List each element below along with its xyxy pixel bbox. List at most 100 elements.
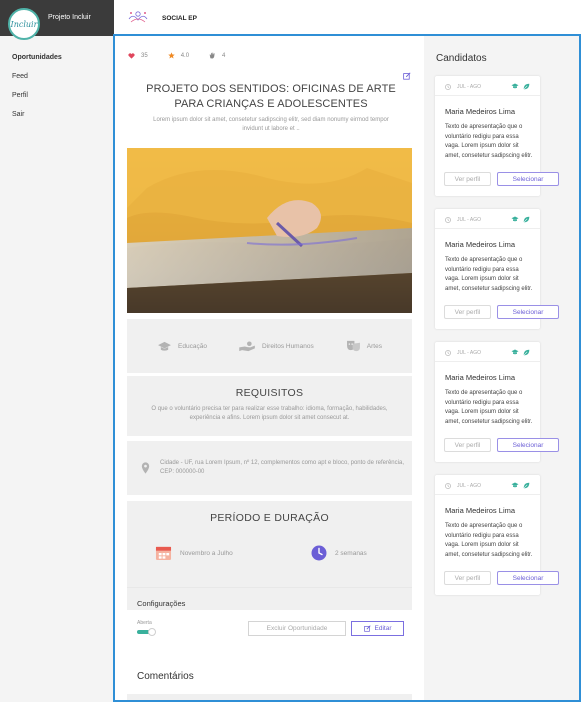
select-candidate-button[interactable]: Selecionar bbox=[497, 305, 559, 319]
edit-title-icon[interactable] bbox=[403, 72, 411, 80]
leaf-icon bbox=[523, 83, 530, 90]
config-divider bbox=[127, 587, 412, 588]
period-card: PERÍODO E DURAÇÃO Novembro a Julho 2 sem… bbox=[127, 501, 412, 610]
category-direitos-humanos[interactable]: Direitos Humanos bbox=[239, 340, 314, 352]
likes-stat[interactable]: 35 bbox=[128, 53, 148, 59]
period-duration: 2 semanas bbox=[311, 545, 367, 561]
comments-title: Comentários bbox=[137, 671, 194, 682]
graduation-cap-icon bbox=[511, 83, 519, 89]
sidebar-item-feed[interactable]: Feed bbox=[12, 72, 62, 91]
rating-stat[interactable]: 4.0 bbox=[167, 52, 190, 59]
helping-hand-icon bbox=[239, 340, 255, 351]
theater-masks-icon bbox=[346, 340, 360, 352]
candidate-tags bbox=[507, 482, 530, 489]
candidate-date-text: JUL - AGO bbox=[457, 350, 481, 356]
period-duration-text: 2 semanas bbox=[335, 549, 367, 557]
candidate-tags bbox=[507, 349, 530, 356]
content-frame: 35 4.0 4 PROJETO DOS SENTIDOS: OFICINAS … bbox=[113, 34, 581, 702]
view-profile-button[interactable]: Ver perfil bbox=[444, 172, 491, 186]
logo-text: Incluir bbox=[10, 19, 38, 29]
brand-title: Projeto Incluir bbox=[48, 14, 91, 21]
candidates-title: Candidatos bbox=[436, 53, 487, 64]
candidate-divider bbox=[435, 361, 540, 362]
star-icon bbox=[167, 52, 175, 59]
edit-icon bbox=[363, 625, 371, 632]
category-label: Educação bbox=[178, 342, 207, 350]
clock-icon bbox=[311, 545, 327, 561]
view-profile-button[interactable]: Ver perfil bbox=[444, 571, 491, 585]
open-toggle[interactable] bbox=[137, 628, 156, 636]
view-profile-button[interactable]: Ver perfil bbox=[444, 438, 491, 452]
view-profile-button[interactable]: Ver perfil bbox=[444, 305, 491, 319]
delete-opportunity-button[interactable]: Excluir Oportunidade bbox=[248, 621, 346, 636]
candidate-card: JUL - AGO Maria Medeiros Lima Texto de a… bbox=[435, 209, 559, 329]
clock-outline-icon bbox=[445, 84, 451, 90]
select-candidate-button[interactable]: Selecionar bbox=[497, 438, 559, 452]
address-card: Cidade - UF, rua Lorem Ipsum, nº 12, com… bbox=[127, 441, 412, 495]
calendar-icon bbox=[155, 546, 172, 561]
clock-outline-icon bbox=[445, 483, 451, 489]
stats-bar: 35 4.0 4 bbox=[128, 52, 245, 59]
candidate-card: JUL - AGO Maria Medeiros Lima Texto de a… bbox=[435, 76, 559, 196]
applause-count: 4 bbox=[222, 52, 226, 59]
candidate-date-text: JUL - AGO bbox=[457, 483, 481, 489]
social-ep-logo-icon[interactable] bbox=[127, 7, 149, 27]
candidate-text: Texto de apresentação que o voluntário r… bbox=[445, 523, 533, 558]
select-candidate-button[interactable]: Selecionar bbox=[497, 571, 559, 585]
category-artes[interactable]: Artes bbox=[346, 340, 382, 352]
candidate-date-text: JUL - AGO bbox=[457, 217, 481, 223]
sidebar-item-sair[interactable]: Sair bbox=[12, 110, 62, 129]
top-title: SOCIAL EP bbox=[162, 15, 197, 22]
opportunity-panel: 35 4.0 4 PROJETO DOS SENTIDOS: OFICINAS … bbox=[115, 36, 424, 700]
heart-icon bbox=[128, 52, 135, 59]
candidate-date-text: JUL - AGO bbox=[457, 84, 481, 90]
candidate-tags bbox=[507, 83, 530, 90]
config-title: Configurações bbox=[137, 599, 186, 608]
sidebar-item-perfil[interactable]: Perfil bbox=[12, 91, 62, 110]
toggle-label: Aberta bbox=[137, 620, 152, 626]
opportunity-title: PROJETO DOS SENTIDOS: OFICINAS DE ARTE P… bbox=[146, 83, 396, 110]
candidate-card: JUL - AGO Maria Medeiros Lima Texto de a… bbox=[435, 342, 559, 462]
clock-outline-icon bbox=[445, 350, 451, 356]
edit-label: Editar bbox=[374, 625, 392, 632]
select-candidate-button[interactable]: Selecionar bbox=[497, 172, 559, 186]
clock-outline-icon bbox=[445, 217, 451, 223]
candidate-date: JUL - AGO bbox=[445, 350, 481, 356]
likes-count: 35 bbox=[141, 52, 148, 59]
period-months: Novembro a Julho bbox=[155, 545, 233, 561]
candidate-divider bbox=[435, 494, 540, 495]
candidate-date: JUL - AGO bbox=[445, 217, 481, 223]
graduation-cap-icon bbox=[511, 349, 519, 355]
brand-header: Incluir Projeto Incluir bbox=[0, 0, 114, 40]
rating-value: 4.0 bbox=[180, 52, 190, 59]
edit-button[interactable]: Editar bbox=[351, 621, 404, 636]
candidate-card: JUL - AGO Maria Medeiros Lima Texto de a… bbox=[435, 475, 559, 595]
graduation-cap-icon bbox=[158, 341, 171, 351]
requirements-card: REQUISITOS O que o voluntário precisa te… bbox=[127, 376, 412, 436]
candidate-divider bbox=[435, 228, 540, 229]
applause-stat[interactable]: 4 bbox=[209, 52, 225, 59]
candidate-date: JUL - AGO bbox=[445, 483, 481, 489]
incluir-logo[interactable]: Incluir bbox=[8, 8, 40, 40]
toggle-knob bbox=[148, 628, 156, 636]
candidate-text: Texto de apresentação que o voluntário r… bbox=[445, 257, 533, 292]
candidate-divider bbox=[435, 95, 540, 96]
candidate-name: Maria Medeiros Lima bbox=[445, 107, 516, 116]
child-painting-photo bbox=[127, 148, 412, 313]
sidebar: Incluir Projeto Incluir Oportunidades Fe… bbox=[0, 0, 114, 702]
period-title: PERÍODO E DURAÇÃO bbox=[210, 512, 329, 524]
requirements-text: O que o voluntário precisa ter para real… bbox=[151, 406, 388, 421]
graduation-cap-icon bbox=[511, 216, 519, 222]
comment-box[interactable] bbox=[127, 694, 412, 700]
categories-card: Educação Direitos Humanos Artes bbox=[127, 319, 412, 373]
candidate-date: JUL - AGO bbox=[445, 84, 481, 90]
sidebar-item-oportunidades[interactable]: Oportunidades bbox=[12, 53, 62, 72]
leaf-icon bbox=[523, 482, 530, 489]
candidate-name: Maria Medeiros Lima bbox=[445, 506, 516, 515]
top-bar: SOCIAL EP bbox=[114, 0, 581, 35]
category-label: Direitos Humanos bbox=[262, 342, 314, 350]
period-months-text: Novembro a Julho bbox=[180, 549, 233, 557]
candidate-name: Maria Medeiros Lima bbox=[445, 240, 516, 249]
leaf-icon bbox=[523, 216, 530, 223]
category-educacao[interactable]: Educação bbox=[157, 341, 207, 352]
